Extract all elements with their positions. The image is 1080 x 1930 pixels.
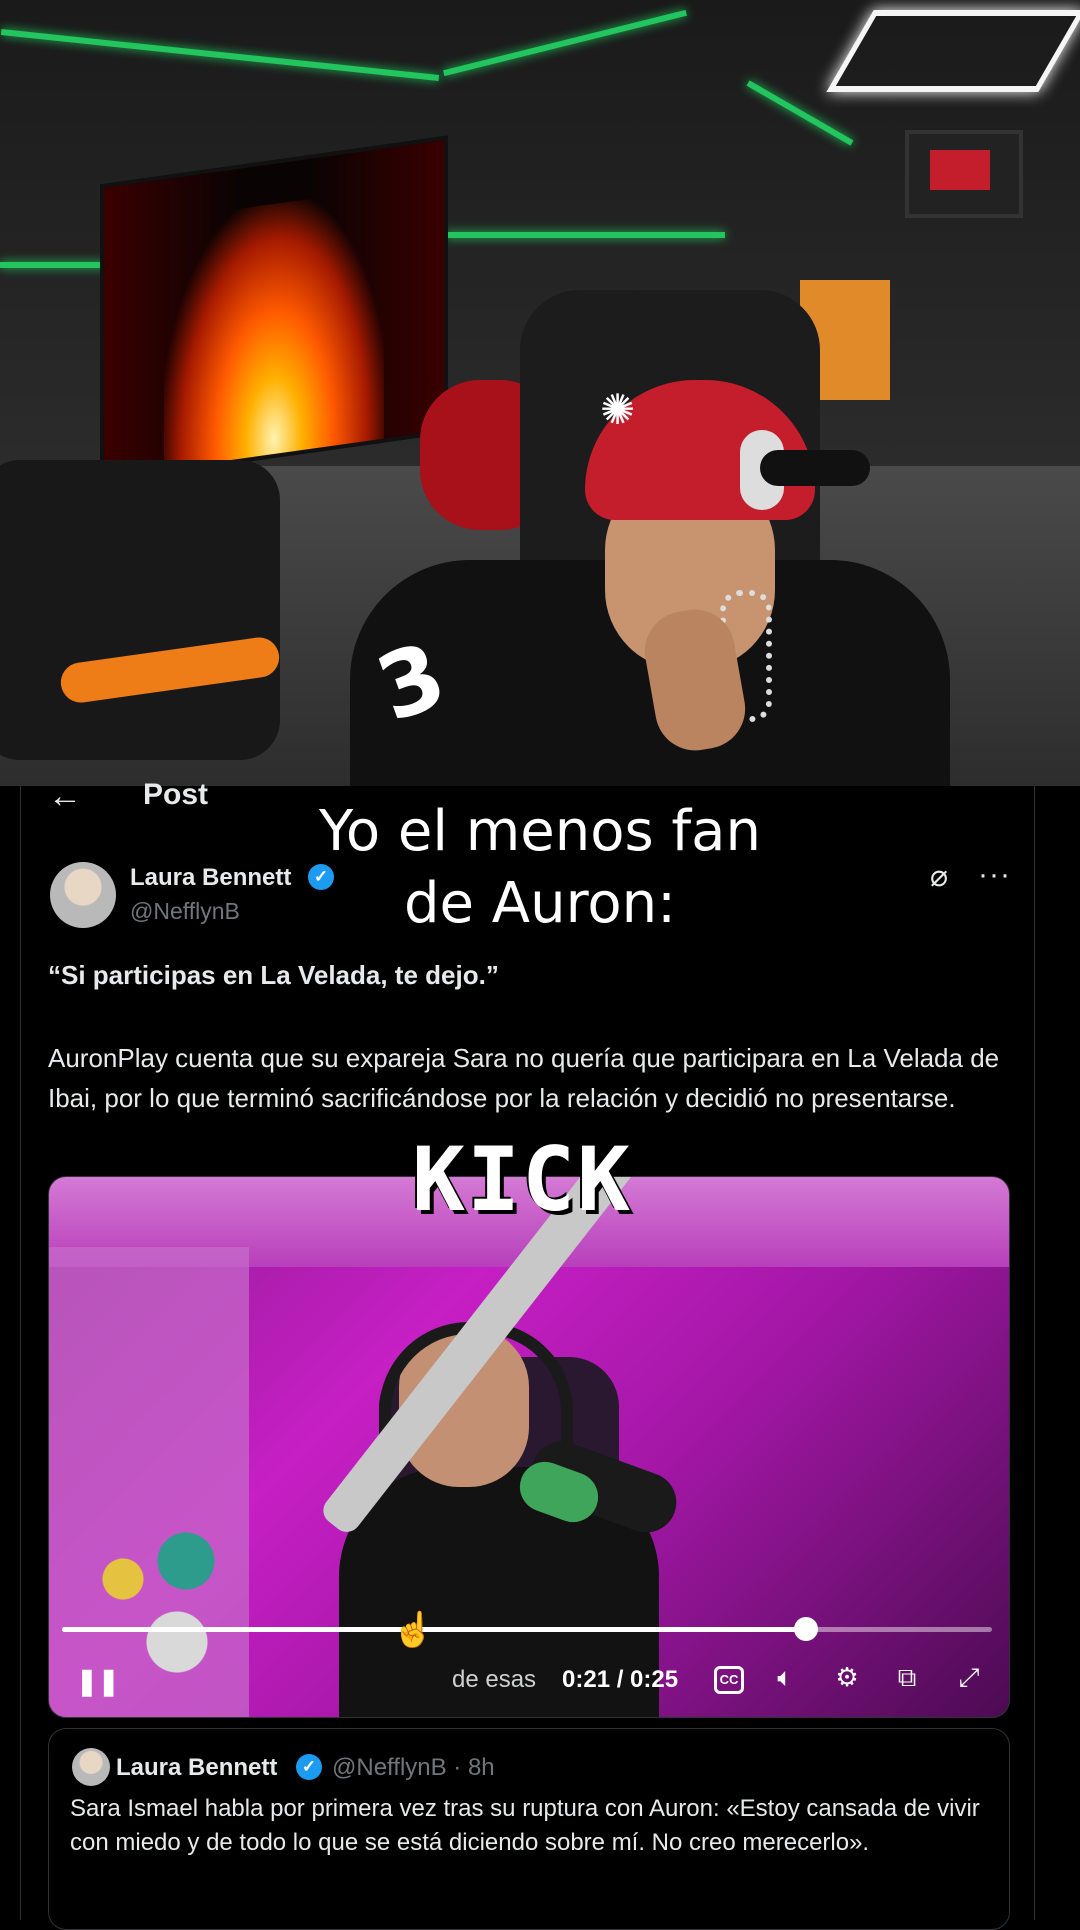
settings-gear-icon[interactable]: ⚙ (830, 1660, 864, 1694)
avatar (72, 1748, 110, 1786)
led-stripe (442, 9, 688, 77)
fullscreen-icon[interactable]: ⤢ (952, 1660, 986, 1694)
page-title: Post (143, 778, 209, 811)
logo-image (930, 150, 990, 190)
video-progress-bar[interactable] (62, 1617, 992, 1641)
cap-emblem: ✺ (600, 386, 636, 433)
cap-brim (760, 450, 870, 486)
divider (20, 786, 21, 1920)
divider (1034, 786, 1035, 1920)
quoted-post-text: Sara Ismael habla por primera vez tras s… (70, 1795, 980, 1856)
video-time: 0:21 / 0:25 (562, 1666, 679, 1693)
led-stripe (0, 29, 440, 81)
video-toys (69, 1507, 249, 1687)
kick-logo: KICK (412, 1128, 632, 1231)
volume-icon[interactable]: 🔈︎ (768, 1660, 802, 1694)
grok-icon[interactable]: ⌀ (930, 862, 960, 892)
closed-captions-icon[interactable]: CC (714, 1666, 744, 1694)
verified-badge-icon: ✓ (296, 1754, 322, 1780)
meme-caption: Yo el menos fan de Auron: (240, 796, 840, 940)
led-stripe (0, 262, 110, 268)
ceiling-light (826, 10, 1080, 92)
meme-caption-line-2: de Auron: (403, 871, 676, 936)
video-scrubber-handle[interactable] (794, 1617, 818, 1641)
hand-cursor-icon: ☝ (392, 1611, 435, 1649)
quoted-author-handle: @NefflynB · 8h (332, 1754, 495, 1781)
more-options-icon[interactable]: ··· (978, 858, 1011, 892)
post-quote: “Si participas en La Velada, te dejo.” (48, 960, 499, 990)
author-handle[interactable]: @NefflynB (130, 898, 240, 925)
fire-image (164, 188, 384, 480)
fireplace-tv (100, 135, 448, 483)
quoted-author-name: Laura Bennett (116, 1754, 278, 1781)
gaming-chair-left (0, 460, 280, 760)
video-caption-text: de esas (452, 1666, 537, 1693)
arrow-left-icon[interactable]: ← (48, 776, 82, 816)
pause-icon[interactable]: ❚❚ (76, 1666, 120, 1697)
meme-caption-line-1: Yo el menos fan (319, 799, 761, 864)
post-body: AuronPlay cuenta que su expareja Sara no… (48, 1043, 1000, 1113)
video-player[interactable] (48, 1176, 1010, 1718)
led-stripe (445, 232, 725, 238)
avatar[interactable] (50, 862, 116, 928)
picture-in-picture-icon[interactable]: ⧉ (890, 1660, 924, 1694)
streamer-webcam: 3 ✺ (0, 0, 1080, 786)
